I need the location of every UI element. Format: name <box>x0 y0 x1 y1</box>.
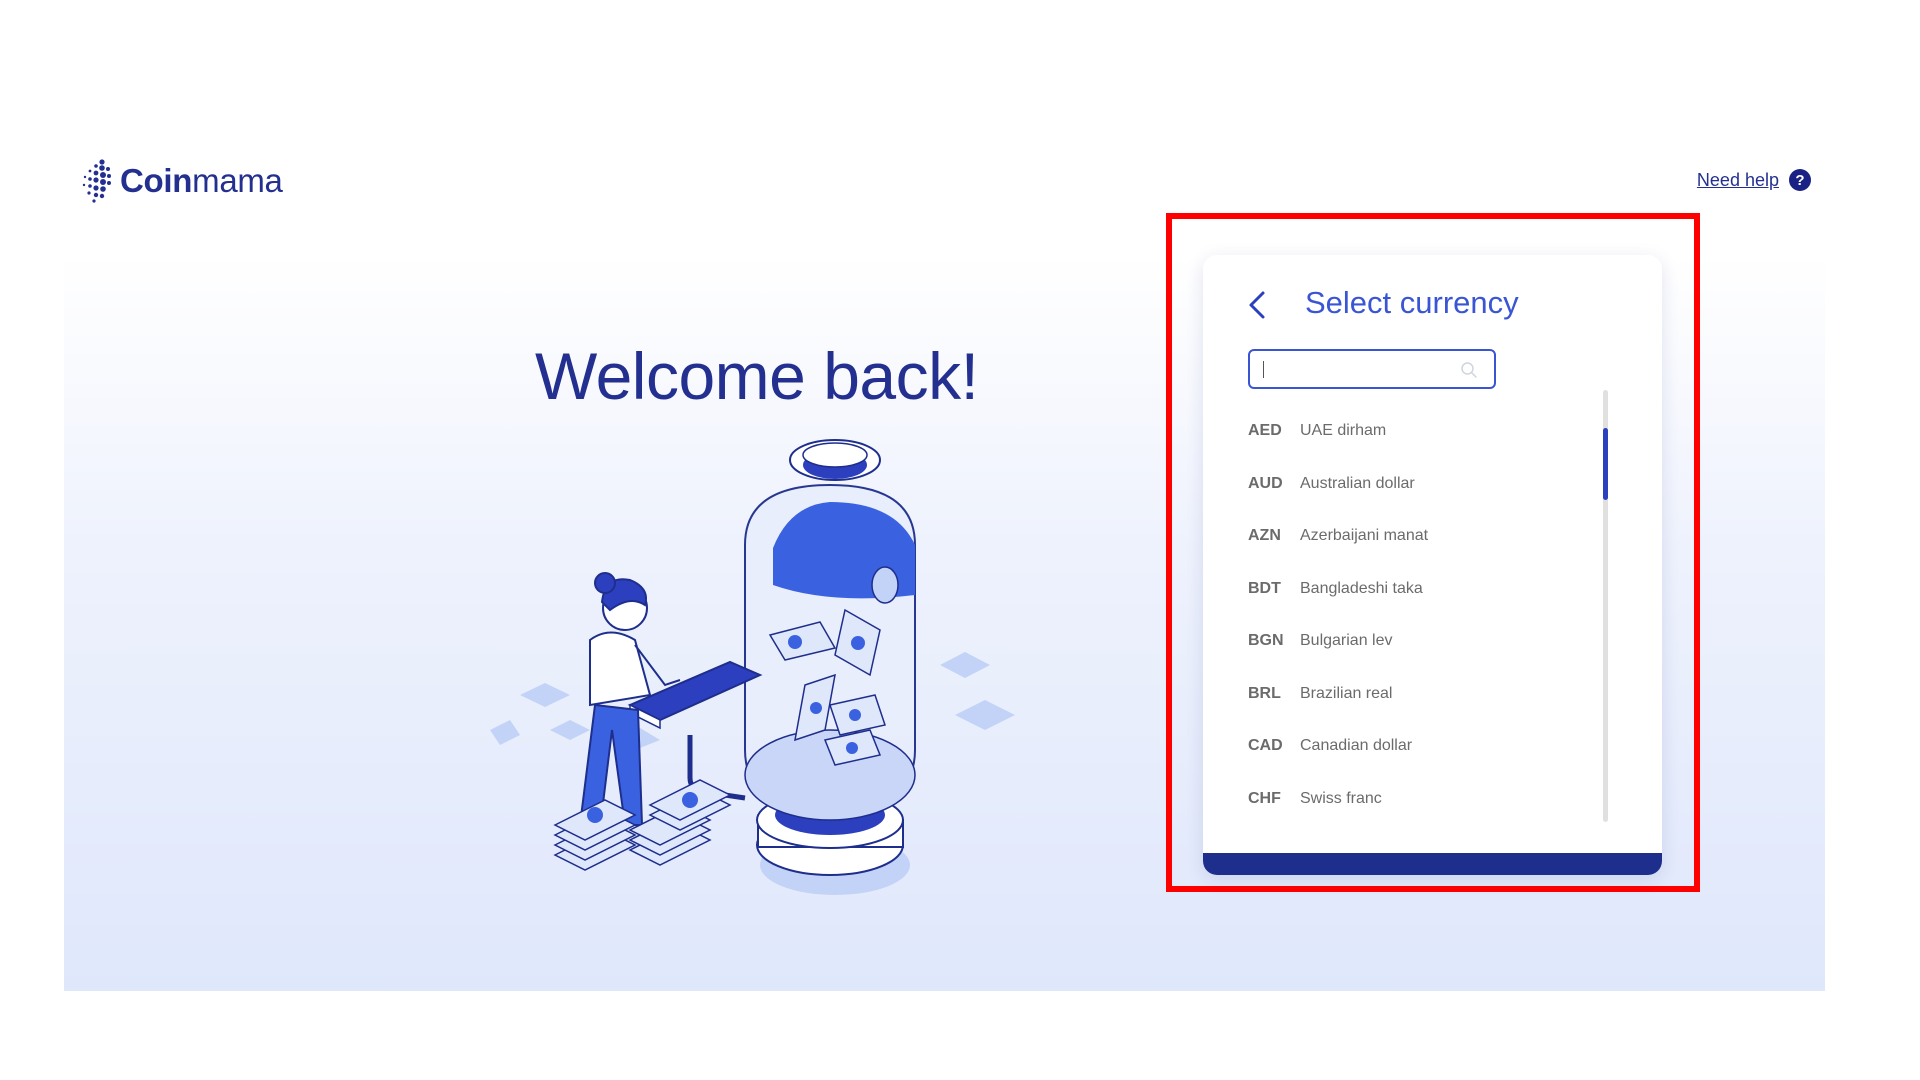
currency-option-bdt[interactable]: BDT Bangladeshi taka <box>1248 563 1598 616</box>
search-icon[interactable] <box>1460 361 1478 379</box>
currency-name: Bangladeshi taka <box>1300 579 1423 597</box>
currency-code: AUD <box>1248 474 1283 492</box>
panel-title: Select currency <box>1305 285 1519 320</box>
help-area: Need help ? <box>1697 169 1811 191</box>
currency-code: BRL <box>1248 684 1281 702</box>
scrollbar-thumb[interactable] <box>1603 428 1608 500</box>
currency-search-field[interactable] <box>1248 349 1496 389</box>
currency-code: BGN <box>1248 632 1284 650</box>
currency-option-cad[interactable]: CAD Canadian dollar <box>1248 720 1598 773</box>
currency-option-chf[interactable]: CHF Swiss franc <box>1248 773 1598 826</box>
currency-name: Azerbaijani manat <box>1300 527 1429 545</box>
logo-mark-icon <box>82 159 111 203</box>
currency-option-aud[interactable]: AUD Australian dollar <box>1248 458 1598 511</box>
currency-list: AED UAE dirham AUD Australian dollar AZN… <box>1248 405 1598 825</box>
logo-text-light: mama <box>192 162 283 199</box>
text-caret <box>1263 361 1264 378</box>
panel-header: Select currency <box>1203 281 1662 327</box>
currency-option-aed[interactable]: AED UAE dirham <box>1248 405 1598 458</box>
currency-code: CAD <box>1248 737 1283 755</box>
currency-search-input[interactable] <box>1260 351 1464 389</box>
need-help-link[interactable]: Need help <box>1697 170 1779 191</box>
currency-name: Bulgarian lev <box>1300 632 1393 650</box>
currency-name: Swiss franc <box>1300 789 1382 807</box>
currency-name: Australian dollar <box>1300 474 1415 492</box>
logo-wordmark: Coinmama <box>120 162 283 200</box>
question-icon[interactable]: ? <box>1789 169 1811 191</box>
logo-text-bold: Coin <box>120 162 193 199</box>
currency-option-bgn[interactable]: BGN Bulgarian lev <box>1248 615 1598 668</box>
page-title: Welcome back! <box>535 339 979 413</box>
list-scrollbar[interactable] <box>1603 390 1608 822</box>
currency-name: Brazilian real <box>1300 684 1393 702</box>
currency-code: AED <box>1248 422 1282 440</box>
page: Coinmama Need help ? Welcome back! Selec… <box>0 0 1920 1080</box>
chevron-left-icon[interactable] <box>1243 285 1273 325</box>
coinmama-logo[interactable]: Coinmama <box>80 158 283 204</box>
currency-code: CHF <box>1248 789 1281 807</box>
panel-footer-bar <box>1203 853 1662 875</box>
currency-option-azn[interactable]: AZN Azerbaijani manat <box>1248 510 1598 563</box>
currency-name: Canadian dollar <box>1300 737 1413 755</box>
currency-code: AZN <box>1248 527 1281 545</box>
currency-code: BDT <box>1248 579 1281 597</box>
select-currency-panel: Select currency AED UAE dirham AUD Austr… <box>1203 255 1662 875</box>
currency-option-brl[interactable]: BRL Brazilian real <box>1248 668 1598 721</box>
currency-name: UAE dirham <box>1300 422 1387 440</box>
hero-illustration <box>490 439 1015 895</box>
